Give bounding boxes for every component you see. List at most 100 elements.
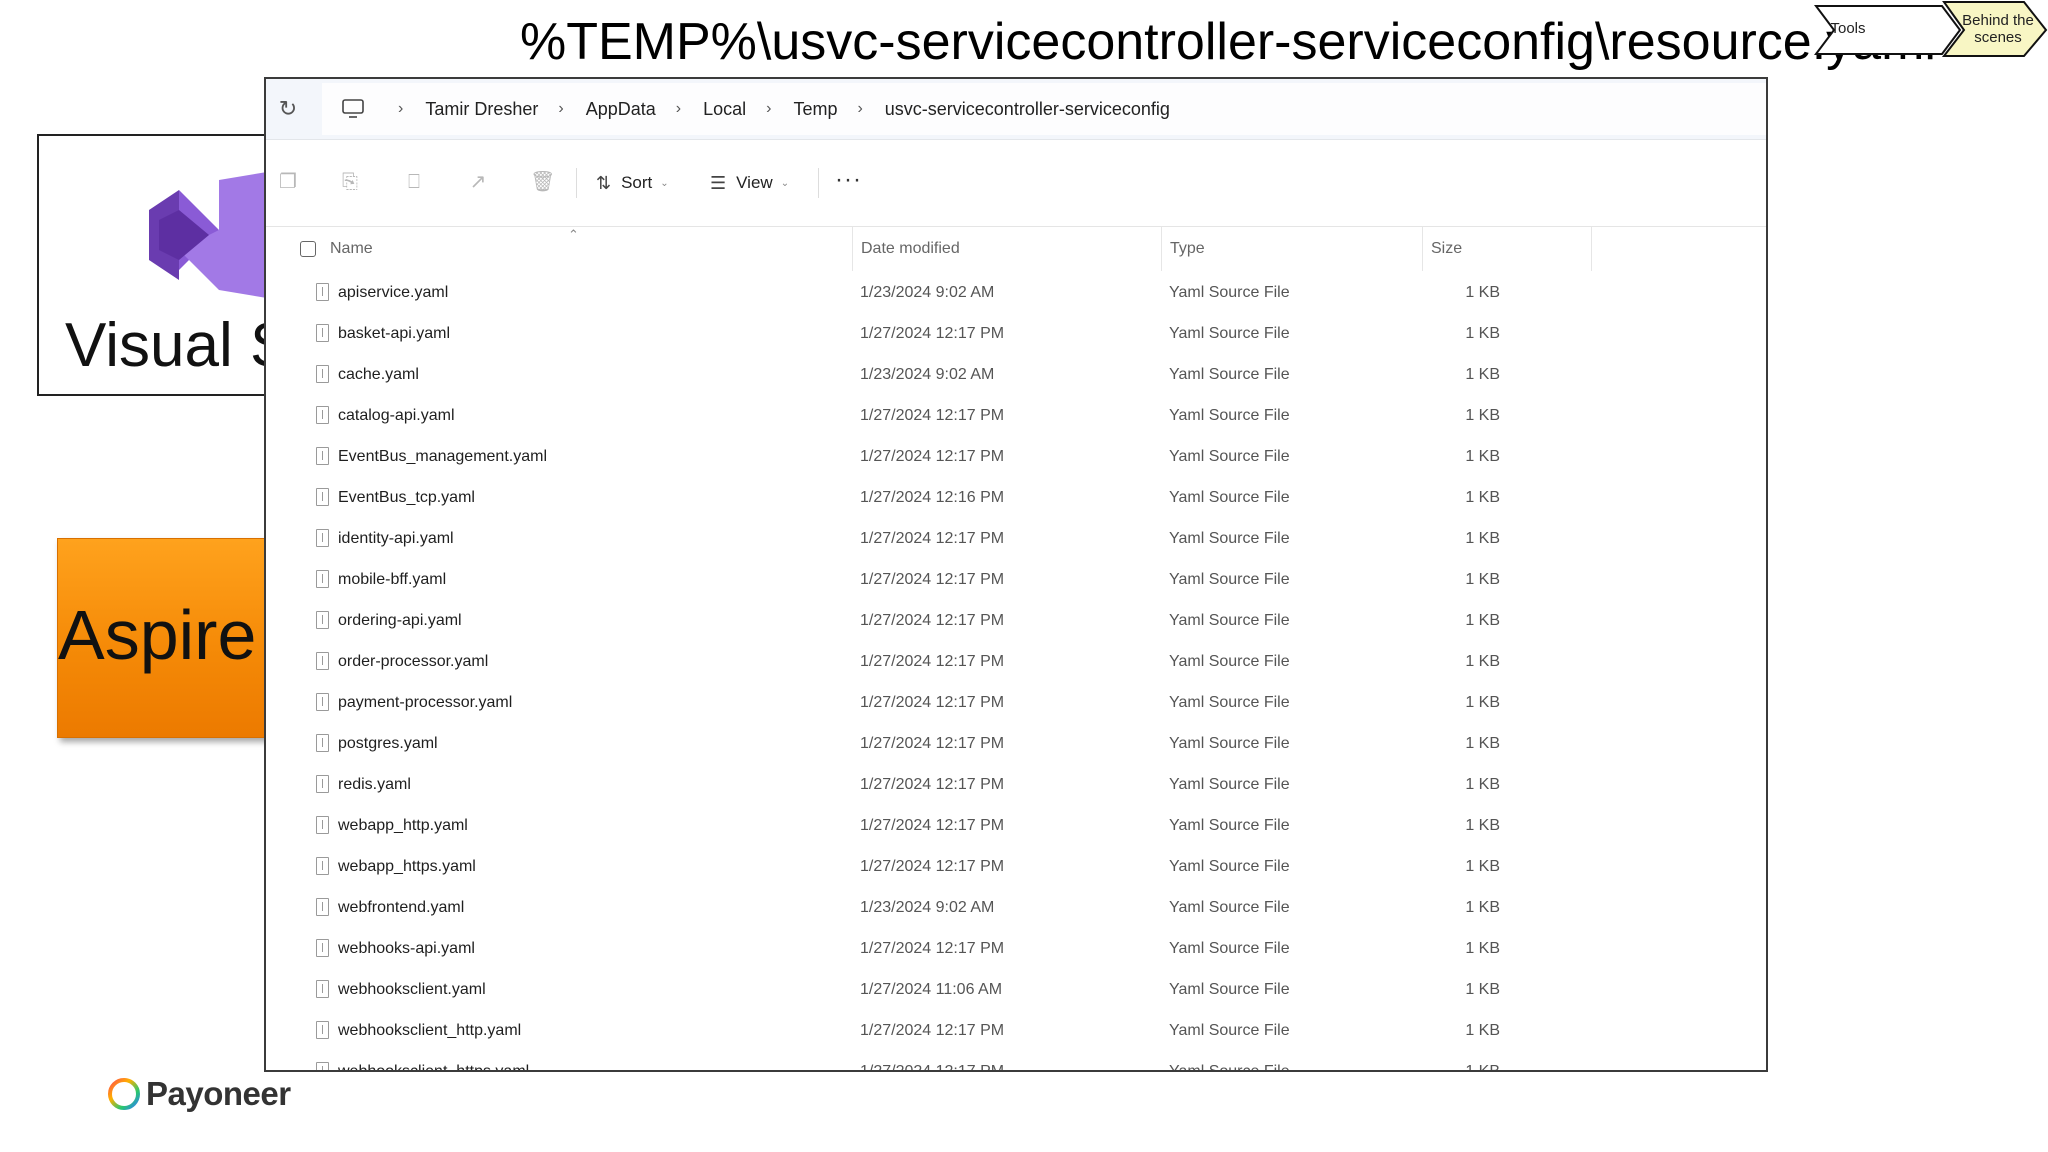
breadcrumb-behind-the-scenes: Behind the scenes — [1962, 12, 2034, 46]
file-name: webapp_https.yaml — [338, 858, 476, 875]
select-all-checkbox[interactable] — [300, 241, 316, 257]
rename-icon[interactable]: ⎕ — [402, 170, 426, 194]
file-type: Yaml Source File — [1169, 940, 1290, 957]
address-field[interactable]: › Tamir Dresher › AppData › Local › Temp… — [322, 83, 1766, 135]
column-date-modified[interactable]: Date modified — [852, 227, 960, 271]
file-row[interactable]: apiservice.yaml 1/23/2024 9:02 AM Yaml Sou… — [266, 272, 1766, 313]
file-size: 1 KB — [1465, 1063, 1500, 1072]
file-date-modified: 1/27/2024 12:17 PM — [860, 653, 1005, 670]
delete-icon[interactable]: 🗑︎ — [530, 170, 555, 194]
file-name: mobile-bff.yaml — [338, 571, 447, 588]
file-date-modified: 1/27/2024 12:17 PM — [860, 530, 1005, 547]
column-size[interactable]: Size — [1422, 227, 1592, 271]
crumb-tamir-dresher[interactable]: Tamir Dresher — [425, 99, 538, 120]
payoneer-wordmark: Payoneer — [146, 1075, 291, 1112]
file-size: 1 KB — [1465, 489, 1500, 506]
column-name[interactable]: Name — [330, 227, 373, 271]
sort-label: Sort — [621, 173, 653, 192]
crumb-temp[interactable]: Temp — [793, 99, 837, 120]
chevron-down-icon: ⌄ — [780, 177, 790, 189]
file-date-modified: 1/27/2024 12:17 PM — [860, 325, 1005, 342]
yaml-file-icon — [316, 898, 329, 916]
crumb-appdata[interactable]: AppData — [586, 99, 656, 120]
file-type: Yaml Source File — [1169, 694, 1290, 711]
chevron-right-icon: › — [398, 100, 404, 117]
column-type[interactable]: Type — [1161, 227, 1205, 271]
file-size: 1 KB — [1465, 858, 1500, 875]
file-row[interactable]: ordering-api.yaml 1/27/2024 12:17 PM Yaml … — [266, 600, 1766, 641]
file-row[interactable]: EventBus_management.yaml 1/27/2024 12:17 … — [266, 436, 1766, 477]
refresh-icon[interactable]: ↻ — [276, 97, 300, 121]
address-bar: ↻ › Tamir Dresher › AppData › Local › Te… — [266, 79, 1766, 140]
file-date-modified: 1/27/2024 12:17 PM — [860, 612, 1005, 629]
file-size: 1 KB — [1465, 407, 1500, 424]
file-date-modified: 1/27/2024 12:17 PM — [860, 817, 1005, 834]
column-header-row: ⌃ Name Date modified Type Size — [266, 227, 1766, 271]
file-row[interactable]: webhooksclient_http.yaml 1/27/2024 12:17 … — [266, 1010, 1766, 1051]
toolbar-divider — [818, 168, 819, 198]
file-row[interactable]: payment-processor.yaml 1/27/2024 12:17 PM… — [266, 682, 1766, 723]
file-name: payment-processor.yaml — [338, 694, 513, 711]
yaml-file-icon — [316, 734, 329, 752]
view-button[interactable]: ☰ View ⌄ — [710, 168, 789, 198]
file-size: 1 KB — [1465, 284, 1500, 301]
file-name: cache.yaml — [338, 366, 419, 383]
file-type: Yaml Source File — [1169, 530, 1290, 547]
more-options-button[interactable]: ··· — [835, 166, 862, 194]
payoneer-logo: Payoneer — [106, 1074, 291, 1114]
share-icon[interactable]: ↗ — [466, 170, 490, 194]
file-type: Yaml Source File — [1169, 735, 1290, 752]
file-row[interactable]: webapp_https.yaml 1/27/2024 12:17 PM Yaml … — [266, 846, 1766, 887]
file-row[interactable]: webfrontend.yaml 1/23/2024 9:02 AM Yaml So… — [266, 887, 1766, 928]
file-name: postgres.yaml — [338, 735, 438, 752]
file-date-modified: 1/27/2024 12:17 PM — [860, 1063, 1005, 1072]
file-type: Yaml Source File — [1169, 407, 1290, 424]
file-type: Yaml Source File — [1169, 489, 1290, 506]
file-row[interactable]: webhooksclient.yaml 1/27/2024 11:06 AM Yam… — [266, 969, 1766, 1010]
file-row[interactable]: mobile-bff.yaml 1/27/2024 12:17 PM Yaml So… — [266, 559, 1766, 600]
file-date-modified: 1/23/2024 9:02 AM — [860, 284, 995, 301]
payoneer-ring-icon — [108, 1078, 140, 1110]
file-row[interactable]: order-processor.yaml 1/27/2024 12:17 PM Ya… — [266, 641, 1766, 682]
file-row[interactable]: webhooks-api.yaml 1/27/2024 12:17 PM Yaml … — [266, 928, 1766, 969]
breadcrumb: › Tamir Dresher › AppData › Local › Temp… — [378, 83, 1170, 135]
yaml-file-icon — [316, 570, 329, 588]
file-date-modified: 1/27/2024 12:17 PM — [860, 940, 1005, 957]
sort-button[interactable]: ⇅ Sort ⌄ — [596, 168, 669, 198]
file-size: 1 KB — [1465, 694, 1500, 711]
file-type: Yaml Source File — [1169, 448, 1290, 465]
file-name: order-processor.yaml — [338, 653, 489, 670]
file-row[interactable]: catalog-api.yaml 1/27/2024 12:17 PM Yaml S… — [266, 395, 1766, 436]
file-type: Yaml Source File — [1169, 366, 1290, 383]
file-date-modified: 1/27/2024 12:17 PM — [860, 448, 1005, 465]
file-name: webhooksclient_http.yaml — [338, 1022, 522, 1039]
aspire-card: Aspire — [57, 538, 289, 738]
aspire-label: Aspire — [58, 596, 257, 674]
crumb-current-folder[interactable]: usvc-servicecontroller-serviceconfig — [885, 99, 1170, 120]
file-size: 1 KB — [1465, 817, 1500, 834]
yaml-file-icon — [316, 652, 329, 670]
file-row[interactable]: postgres.yaml 1/27/2024 12:17 PM Yaml Sour… — [266, 723, 1766, 764]
crumb-local[interactable]: Local — [703, 99, 746, 120]
yaml-file-icon — [316, 529, 329, 547]
file-row[interactable]: webhooksclient_https.yaml 1/27/2024 12:17… — [266, 1051, 1766, 1072]
file-name: EventBus_management.yaml — [338, 448, 547, 465]
file-type: Yaml Source File — [1169, 899, 1290, 916]
file-date-modified: 1/27/2024 12:17 PM — [860, 571, 1005, 588]
chevron-down-icon: ⌄ — [660, 177, 669, 189]
file-name: catalog-api.yaml — [338, 407, 455, 424]
file-row[interactable]: identity-api.yaml 1/27/2024 12:17 PM Yaml … — [266, 518, 1766, 559]
file-row[interactable]: basket-api.yaml 1/27/2024 12:17 PM Yaml So… — [266, 313, 1766, 354]
file-name: EventBus_tcp.yaml — [338, 489, 475, 506]
file-row[interactable]: redis.yaml 1/27/2024 12:17 PM Yaml Source … — [266, 764, 1766, 805]
paste-icon[interactable]: ⎘ — [338, 170, 362, 194]
file-date-modified: 1/27/2024 12:17 PM — [860, 735, 1005, 752]
copy-icon[interactable]: ❐ — [276, 170, 300, 194]
yaml-file-icon — [316, 775, 329, 793]
file-row[interactable]: EventBus_tcp.yaml 1/27/2024 12:16 PM Yaml … — [266, 477, 1766, 518]
file-name: webapp_http.yaml — [338, 817, 468, 834]
file-type: Yaml Source File — [1169, 1022, 1290, 1039]
file-row[interactable]: cache.yaml 1/23/2024 9:02 AM Yaml Source F… — [266, 354, 1766, 395]
file-row[interactable]: webapp_http.yaml 1/27/2024 12:17 PM Yaml S… — [266, 805, 1766, 846]
visual-studio-label: Visual Studio — [65, 311, 279, 380]
